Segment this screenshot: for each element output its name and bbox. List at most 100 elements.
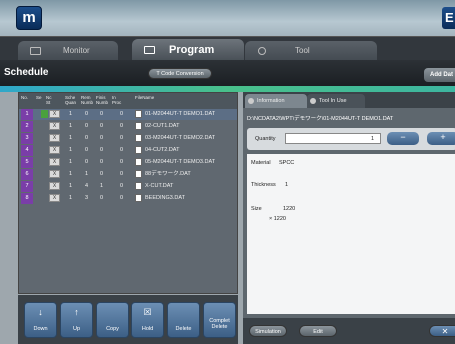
tab-information-label: Information bbox=[257, 98, 285, 104]
file-name: 88デモワーク.DAT bbox=[145, 171, 191, 177]
file-path: D:\NCDATA2\WPT\デモワーク\01-M2044UT-T DEMO1.… bbox=[247, 116, 394, 122]
remaining-number: 0 bbox=[85, 111, 89, 117]
remaining-number: 0 bbox=[85, 159, 89, 165]
tool-icon bbox=[258, 47, 266, 55]
file-icon bbox=[135, 134, 142, 142]
file-icon bbox=[135, 110, 142, 118]
remaining-number: 0 bbox=[85, 123, 89, 129]
material-label: Material bbox=[251, 160, 271, 166]
copy-button[interactable]: Copy bbox=[96, 302, 129, 338]
in-process: 0 bbox=[120, 159, 124, 165]
row-number: 1 bbox=[21, 109, 33, 120]
remaining-number: 4 bbox=[85, 183, 89, 189]
status-icon: X bbox=[49, 170, 60, 178]
thickness-value: 1 bbox=[285, 182, 289, 188]
main-tabs: Monitor Program Tool bbox=[0, 36, 455, 61]
close-button[interactable]: ✕ bbox=[429, 325, 455, 337]
info-panel: Information Tool In Use D:\NCDATA2\WPT\デ… bbox=[243, 92, 455, 344]
panel-tabs: Information Tool In Use bbox=[243, 92, 455, 108]
quantity-increment-button[interactable]: + bbox=[427, 132, 455, 145]
schedule-quantity: 1 bbox=[69, 123, 73, 129]
status-icon: X bbox=[49, 134, 60, 142]
schedule-quantity: 1 bbox=[69, 111, 73, 117]
tab-information[interactable]: Information bbox=[245, 94, 307, 108]
t-code-conversion-button[interactable]: T Code Conversion bbox=[148, 68, 212, 79]
schedule-header: Schedule T Code Conversion Add Dat bbox=[0, 60, 455, 86]
row-number: 3 bbox=[21, 133, 33, 144]
schedule-quantity: 1 bbox=[69, 147, 73, 153]
copy-label: Copy bbox=[106, 326, 119, 332]
hold-label: Hold bbox=[141, 326, 154, 332]
table-row[interactable]: 1 X 1 0 0 01-M2044UT-T DEMO1.DAT 0 bbox=[19, 109, 237, 120]
column-header: Sche Quan bbox=[65, 95, 77, 105]
status-icon: X bbox=[49, 110, 60, 118]
thickness-label: Thickness bbox=[251, 182, 276, 188]
column-header: Finis Numb bbox=[96, 95, 109, 105]
schedule-quantity: 1 bbox=[69, 135, 73, 141]
remaining-number: 3 bbox=[85, 195, 89, 201]
tab-tool[interactable]: Tool bbox=[245, 41, 377, 61]
tab-tool-in-use-label: Tool In Use bbox=[319, 98, 347, 104]
file-icon bbox=[135, 122, 142, 130]
edit-button[interactable]: Edit bbox=[299, 325, 337, 337]
size-value-2: × 1220 bbox=[269, 216, 286, 222]
remaining-number: 0 bbox=[85, 135, 89, 141]
table-row[interactable]: 5 X 1 0 0 05-M2044UT-T DEMO3.DAT 0 bbox=[19, 157, 237, 168]
finished-number: 0 bbox=[100, 123, 104, 129]
table-row[interactable]: 3 X 1 0 0 03-M2044UT-T DEMO2.DAT 0 bbox=[19, 133, 237, 144]
file-icon bbox=[135, 194, 142, 202]
hold-icon: ☒ bbox=[143, 307, 152, 317]
schedule-quantity: 1 bbox=[69, 159, 73, 165]
tab-tool-label: Tool bbox=[295, 46, 310, 55]
down-label: Down bbox=[33, 326, 48, 332]
file-name: 04-CUT2.DAT bbox=[145, 147, 180, 153]
tab-tool-in-use[interactable]: Tool In Use bbox=[307, 94, 365, 108]
hold-button[interactable]: ☒ Hold bbox=[131, 302, 164, 338]
column-header: No. bbox=[21, 95, 29, 100]
delete-button[interactable]: Delete bbox=[167, 302, 200, 338]
remaining-number: 1 bbox=[85, 171, 89, 177]
simulation-button[interactable]: Simulation bbox=[249, 325, 287, 337]
tab-program-label: Program bbox=[169, 44, 215, 56]
table-row[interactable]: 8 X 1 3 0 BEEDING3.DAT 0 bbox=[19, 193, 237, 204]
quantity-box: Quantity 1 − + bbox=[247, 128, 455, 150]
page-title: Schedule bbox=[4, 67, 49, 78]
complete-delete-label: Complet Delete bbox=[209, 318, 230, 330]
row-number: 6 bbox=[21, 169, 33, 180]
in-process: 0 bbox=[120, 123, 124, 129]
table-row[interactable]: 7 X 1 4 1 X-CUT.DAT 0 bbox=[19, 181, 237, 192]
down-button[interactable]: ↓ Down bbox=[24, 302, 57, 338]
row-number: 4 bbox=[21, 145, 33, 156]
add-data-button[interactable]: Add Dat bbox=[424, 68, 455, 82]
file-icon bbox=[135, 146, 142, 154]
title-bar: m E bbox=[0, 0, 455, 36]
quantity-input[interactable]: 1 bbox=[285, 133, 381, 144]
quantity-decrement-button[interactable]: − bbox=[387, 132, 419, 145]
table-row[interactable]: 2 X 1 0 0 02-CUT1.DAT 0 bbox=[19, 121, 237, 132]
table-header: No. Se Nc St Sche Quan Rem Numb Finis Numb In … bbox=[19, 93, 237, 109]
column-header: In Proc bbox=[112, 95, 122, 105]
file-icon bbox=[135, 170, 142, 178]
info-icon bbox=[248, 98, 254, 104]
tab-program[interactable]: Program bbox=[132, 39, 244, 61]
tool-icon bbox=[310, 98, 316, 104]
size-label: Size bbox=[251, 206, 262, 212]
status-icon: X bbox=[49, 194, 60, 202]
up-button[interactable]: ↑ Up bbox=[60, 302, 93, 338]
in-process: 0 bbox=[120, 195, 124, 201]
in-process: 0 bbox=[120, 183, 124, 189]
table-row[interactable]: 6 X 1 1 0 88デモワーク.DAT 0 bbox=[19, 169, 237, 180]
file-icon bbox=[135, 158, 142, 166]
status-icon: X bbox=[49, 146, 60, 154]
remaining-number: 0 bbox=[85, 147, 89, 153]
material-value: SPCC bbox=[279, 160, 295, 166]
in-process: 0 bbox=[120, 171, 124, 177]
column-header: Se bbox=[36, 95, 42, 100]
tab-monitor-label: Monitor bbox=[63, 46, 90, 55]
tab-monitor[interactable]: Monitor bbox=[18, 41, 118, 61]
row-number: 8 bbox=[21, 193, 33, 204]
column-header: FileName bbox=[135, 95, 155, 100]
in-process: 0 bbox=[120, 111, 124, 117]
table-row[interactable]: 4 X 1 0 0 04-CUT2.DAT 0 bbox=[19, 145, 237, 156]
complete-delete-button[interactable]: Complet Delete bbox=[203, 302, 236, 338]
